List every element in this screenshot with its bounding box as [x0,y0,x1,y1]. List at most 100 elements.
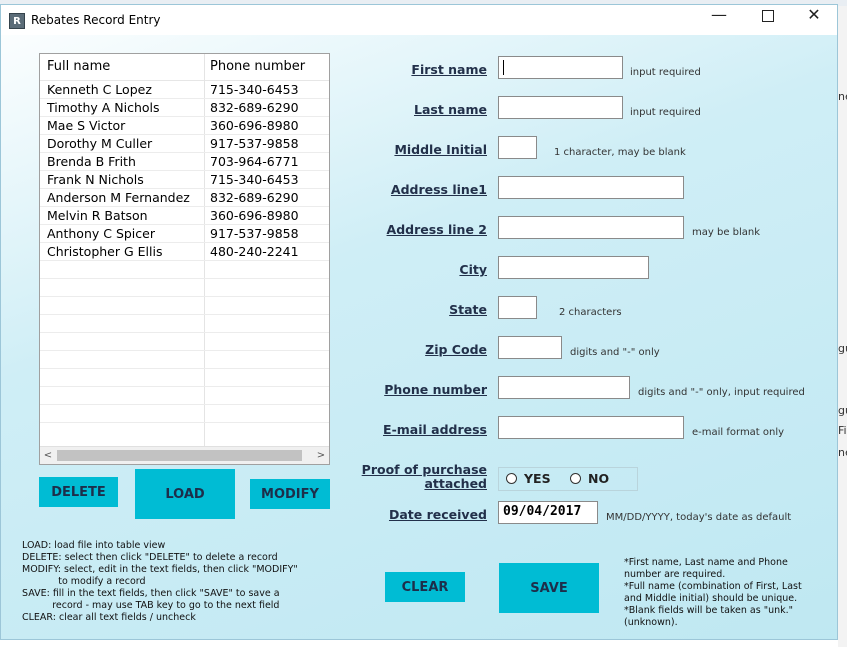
table-row[interactable]: Kenneth C Lopez 715-340-6453 [40,81,329,99]
table-row[interactable]: Timothy A Nichols 832-689-6290 [40,99,329,117]
table-row[interactable] [40,351,329,369]
background-text-fragment: gu [838,342,847,355]
city-label: City [459,262,487,277]
full-name-cell: Brenda B Frith [47,154,136,169]
table-row[interactable]: Brenda B Frith 703-964-6771 [40,153,329,171]
help-instructions: LOAD: load file into table view DELETE: … [22,540,298,623]
date-received-label: Date received [388,507,487,522]
phone-number-cell: 703-964-6771 [210,154,299,169]
table-row[interactable]: Dorothy M Culler 917-537-9858 [40,135,329,153]
table-row[interactable] [40,387,329,405]
address-line2-input[interactable] [498,216,684,239]
date-received-input[interactable]: 09/04/2017 [498,501,598,524]
table-row[interactable] [40,279,329,297]
column-header-full-name[interactable]: Full name [47,59,110,74]
table-row[interactable] [40,333,329,351]
table-row[interactable] [40,297,329,315]
address-line2-hint: may be blank [692,227,761,238]
phone-number-cell: 832-689-6290 [210,190,299,205]
full-name-cell: Mae S Victor [47,118,126,133]
first-name-input[interactable] [498,56,623,79]
modify-button[interactable]: MODIFY [250,479,330,509]
scrollbar-thumb[interactable] [57,450,302,461]
email-hint: e-mail format only [692,427,785,438]
phone-number-cell: 360-696-8980 [210,208,299,223]
delete-button[interactable]: DELETE [39,477,118,507]
table-row[interactable] [40,315,329,333]
no-radio-label[interactable]: NO [588,471,609,486]
full-name-cell: Anthony C Spicer [47,226,155,241]
address-line2-label: Address line 2 [386,222,487,237]
no-radio[interactable] [570,473,581,484]
phone-number-cell: 360-696-8980 [210,118,299,133]
proof-radio-group: YES NO [498,467,638,491]
zip-code-input[interactable] [498,336,562,359]
background-text-fragment: ne [838,446,847,459]
text-cursor [503,60,504,75]
scroll-left-icon[interactable]: < [40,447,56,464]
background-text-fragment: ne [838,90,847,103]
email-label: E-mail address [383,422,487,437]
address-line1-input[interactable] [498,176,684,199]
email-input[interactable] [498,416,684,439]
state-hint: 2 characters [559,307,622,318]
load-button[interactable]: LOAD [135,469,235,519]
scroll-right-icon[interactable]: > [313,447,329,464]
yes-radio-label[interactable]: YES [524,471,551,486]
phone-number-hint: digits and "-" only, input required [638,387,805,398]
table-row[interactable]: Frank N Nichols 715-340-6453 [40,171,329,189]
middle-initial-hint: 1 character, may be blank [554,147,686,158]
full-name-cell: Christopher G Ellis [47,244,163,259]
rebates-window: R Rebates Record Entry — ✕ Full name Pho… [0,4,838,640]
full-name-cell: Dorothy M Culler [47,136,153,151]
phone-number-cell: 480-240-2241 [210,244,299,259]
save-button[interactable]: SAVE [499,563,599,613]
table-header: Full name Phone number [40,54,329,81]
full-name-cell: Frank N Nichols [47,172,144,187]
horizontal-scrollbar[interactable]: < > [40,446,329,464]
phone-number-input[interactable] [498,376,630,399]
table-row[interactable] [40,369,329,387]
table-body: Kenneth C Lopez 715-340-6453 Timothy A Nic… [40,81,329,423]
full-name-cell: Anderson M Fernandez [47,190,190,205]
column-header-phone-number[interactable]: Phone number [210,59,305,74]
last-name-input[interactable] [498,96,623,119]
table-row[interactable] [40,405,329,423]
close-button[interactable]: ✕ [791,5,837,35]
maximize-button[interactable] [745,5,791,35]
minimize-button[interactable]: — [696,5,742,35]
proof-label-line2: attached [424,476,487,491]
full-name-cell: Melvin R Batson [47,208,148,223]
yes-radio[interactable] [506,473,517,484]
table-row[interactable]: Anthony C Spicer 917-537-9858 [40,225,329,243]
last-name-label: Last name [413,102,487,117]
background-window-edge: ne gu gu Fi ne [838,6,847,647]
background-text-fragment: gu [838,404,847,417]
first-name-label: First name [411,62,487,77]
requirements-notes: *First name, Last name and Phone number … [624,557,802,628]
phone-number-label: Phone number [384,382,487,397]
phone-number-cell: 832-689-6290 [210,100,299,115]
phone-number-cell: 715-340-6453 [210,82,299,97]
first-name-hint: input required [630,67,701,78]
middle-initial-input[interactable] [498,136,537,159]
table-row[interactable]: Anderson M Fernandez 832-689-6290 [40,189,329,207]
title-bar[interactable]: R Rebates Record Entry — ✕ [1,5,837,35]
zip-code-label: Zip Code [425,342,487,357]
records-table[interactable]: Full name Phone number Kenneth C Lopez 71… [39,53,330,465]
table-row[interactable] [40,261,329,279]
zip-code-hint: digits and "-" only [570,347,660,358]
state-input[interactable] [498,296,537,319]
proof-label-line1: Proof of purchase [361,462,487,477]
state-label: State [449,302,487,317]
address-line1-label: Address line1 [390,182,487,197]
city-input[interactable] [498,256,649,279]
last-name-hint: input required [630,107,701,118]
maximize-icon [762,9,774,22]
clear-button[interactable]: CLEAR [385,572,465,602]
table-row[interactable]: Mae S Victor 360-696-8980 [40,117,329,135]
app-icon: R [9,13,25,29]
table-row[interactable]: Christopher G Ellis 480-240-2241 [40,243,329,261]
table-row[interactable]: Melvin R Batson 360-696-8980 [40,207,329,225]
phone-number-cell: 917-537-9858 [210,136,299,151]
